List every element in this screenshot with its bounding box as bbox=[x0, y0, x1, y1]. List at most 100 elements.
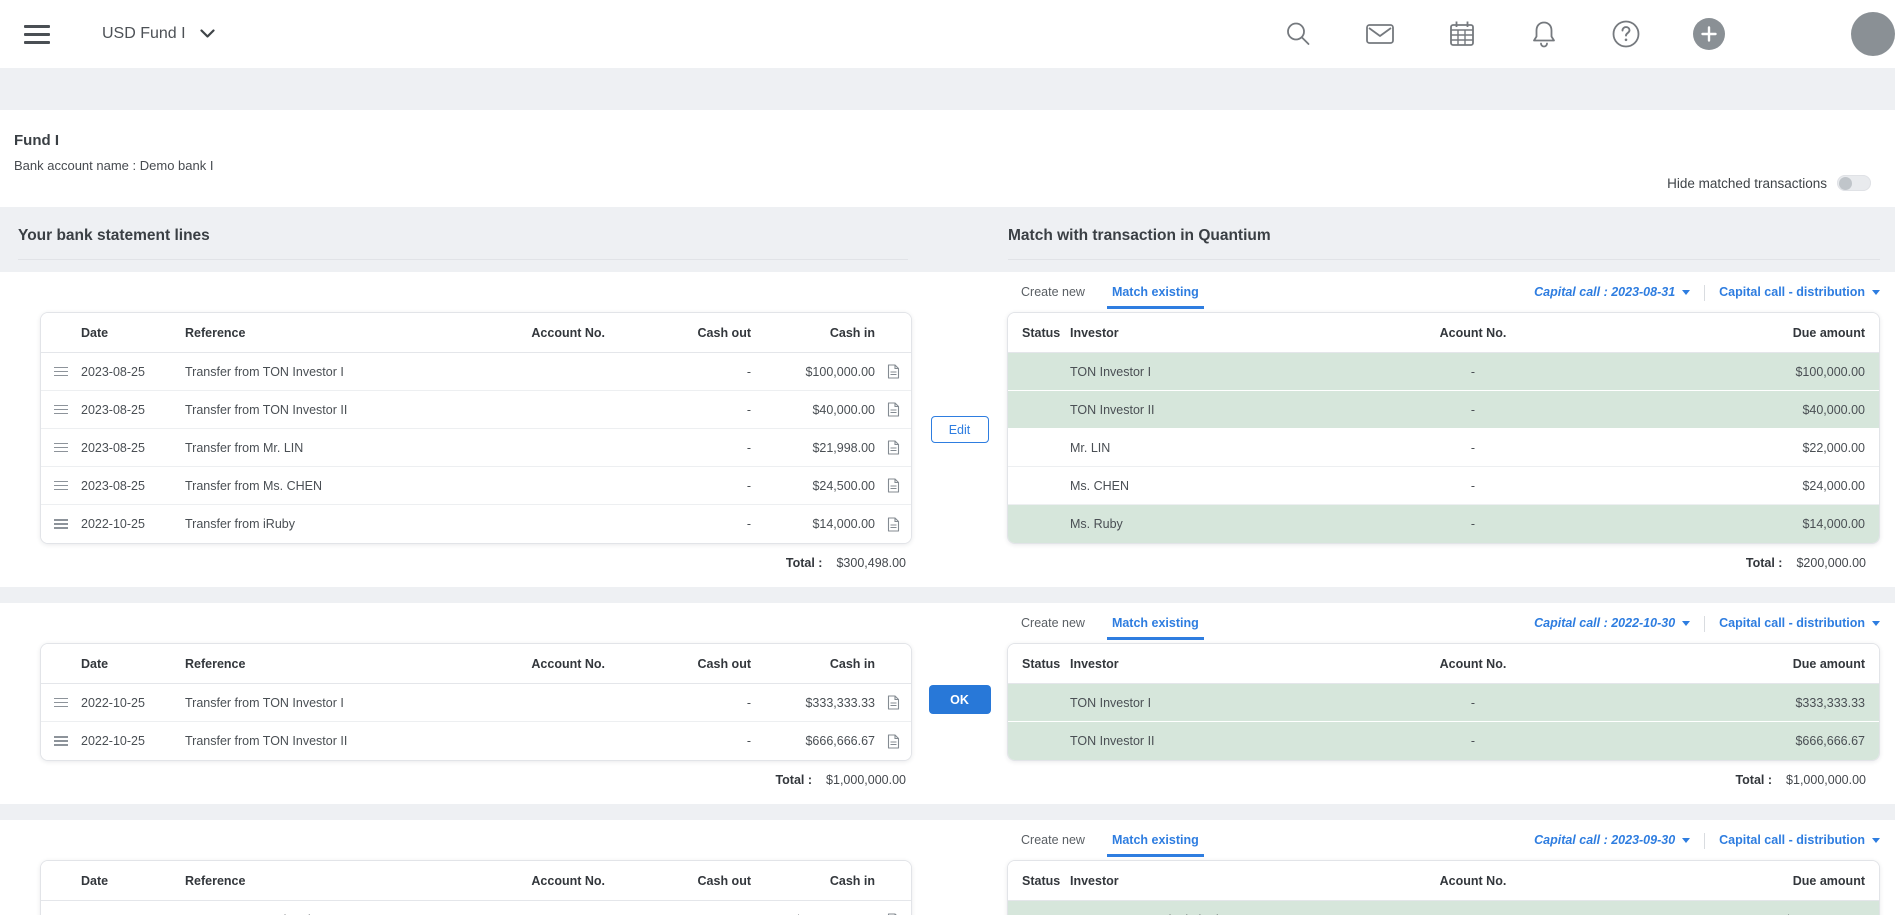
match-transaction-row[interactable]: TON Investor II-$666,666.67 bbox=[1008, 722, 1879, 760]
edit-button[interactable]: Edit bbox=[931, 416, 989, 443]
cell-date: 2022-10-25 bbox=[81, 734, 185, 748]
match-transaction-row[interactable]: TON Investor I-$333,333.33 bbox=[1008, 684, 1879, 722]
tab-create-new[interactable]: Create new bbox=[1021, 832, 1085, 847]
fund-selector-label: USD Fund I bbox=[102, 25, 186, 43]
document-attachment[interactable] bbox=[875, 734, 911, 749]
page-title: Fund I bbox=[14, 132, 213, 149]
bank-total-row: Total :$300,498.00 bbox=[40, 556, 912, 573]
tab-match-existing[interactable]: Match existing bbox=[1107, 832, 1204, 857]
bank-statement-row: 2022-10-25Transfer from iRuby-$14,000.00 bbox=[41, 505, 911, 543]
drag-handle-icon[interactable] bbox=[54, 405, 68, 415]
cell-acount-no: - bbox=[1263, 734, 1683, 748]
column-header-investor: Investor bbox=[1056, 326, 1263, 340]
fund-selector[interactable]: USD Fund I bbox=[102, 25, 215, 43]
drag-handle-icon[interactable] bbox=[54, 698, 68, 708]
tab-match-existing[interactable]: Match existing bbox=[1107, 284, 1204, 309]
match-transaction-row[interactable]: Mr. LIN-$22,000.00 bbox=[1008, 429, 1879, 467]
column-header-due-amount: Due amount bbox=[1683, 326, 1879, 340]
add-icon[interactable] bbox=[1693, 18, 1725, 50]
notifications-icon[interactable] bbox=[1529, 19, 1559, 49]
topbar-icons bbox=[1283, 12, 1895, 56]
cell-investor: Ms. Ruby bbox=[1056, 517, 1263, 531]
bank-statement-table: DateReferenceAccount No.Cash outCash in 2… bbox=[40, 643, 912, 761]
cell-date: 2023-08-25 bbox=[81, 403, 185, 417]
cell-acount-no: - bbox=[1263, 441, 1683, 455]
cell-investor: Mr. LIN bbox=[1056, 441, 1263, 455]
column-header-status: Status bbox=[1008, 326, 1056, 340]
document-icon bbox=[887, 695, 900, 710]
document-attachment[interactable] bbox=[875, 695, 911, 710]
help-icon[interactable] bbox=[1611, 19, 1641, 49]
tab-match-existing[interactable]: Match existing bbox=[1107, 615, 1204, 640]
tab-create-new[interactable]: Create new bbox=[1021, 284, 1085, 299]
chevron-down-icon bbox=[1872, 290, 1880, 295]
reconciliation-section: DateReferenceAccount No.Cash outCash in 2… bbox=[0, 603, 1895, 804]
avatar[interactable] bbox=[1851, 12, 1895, 56]
distribution-dropdown[interactable]: Capital call - distribution bbox=[1719, 284, 1880, 299]
toggle-knob bbox=[1839, 177, 1852, 190]
column-header-acount-no: Acount No. bbox=[1263, 657, 1683, 671]
drag-handle-icon[interactable] bbox=[54, 481, 68, 491]
bank-statement-row: 2023-02-11Investment Portrait Ltd - TRAN… bbox=[41, 901, 911, 915]
bank-statement-column: DateReferenceAccount No.Cash outCash in2… bbox=[40, 830, 912, 915]
match-transaction-row[interactable]: Ms. CHEN-$24,000.00 bbox=[1008, 467, 1879, 505]
total-label: Total : bbox=[1735, 773, 1772, 790]
cell-investor: TON Investor I bbox=[1056, 365, 1263, 379]
capital-call-dropdown[interactable]: Capital call : 2022-10-30 bbox=[1534, 615, 1690, 630]
document-attachment[interactable] bbox=[875, 364, 911, 379]
capital-call-dropdown[interactable]: Capital call : 2023-08-31 bbox=[1534, 284, 1690, 299]
ok-button[interactable]: OK bbox=[929, 685, 991, 714]
reconciliation-sections: DateReferenceAccount No.Cash outCash in 2… bbox=[0, 272, 1895, 915]
drag-handle-icon[interactable] bbox=[54, 367, 68, 377]
match-transaction-row[interactable]: TON Investor II-$40,000.00 bbox=[1008, 391, 1879, 429]
match-transaction-heading: Match with transaction in Quantium bbox=[1008, 227, 1880, 260]
column-header-cash-in: Cash in bbox=[751, 874, 875, 888]
match-transaction-row[interactable]: Ms. Ruby-$14,000.00 bbox=[1008, 505, 1879, 543]
document-attachment[interactable] bbox=[875, 402, 911, 417]
hide-matched-toggle[interactable] bbox=[1837, 175, 1871, 191]
cell-reference: Transfer from Ms. CHEN bbox=[185, 479, 455, 493]
cell-acount-no: - bbox=[1263, 403, 1683, 417]
distribution-dropdown[interactable]: Capital call - distribution bbox=[1719, 615, 1880, 630]
dropdown-divider bbox=[1704, 833, 1705, 849]
document-attachment[interactable] bbox=[875, 440, 911, 455]
action-gutter: Edit bbox=[912, 282, 1007, 573]
bank-statement-row: 2022-10-25Transfer from TON Investor II-… bbox=[41, 722, 911, 760]
column-header-reference: Reference bbox=[185, 326, 455, 340]
capital-call-dropdown[interactable]: Capital call : 2023-09-30 bbox=[1534, 832, 1690, 847]
document-icon bbox=[887, 734, 900, 749]
bank-account-subtitle: Bank account name : Demo bank I bbox=[14, 158, 213, 173]
cell-acount-no: - bbox=[1263, 696, 1683, 710]
search-icon[interactable] bbox=[1283, 19, 1313, 49]
drag-handle-icon[interactable] bbox=[54, 736, 68, 746]
match-transaction-row[interactable]: Investment Portrait Limited$1,500,000.00 bbox=[1008, 901, 1879, 915]
document-attachment[interactable] bbox=[875, 478, 911, 493]
menu-icon[interactable] bbox=[24, 25, 50, 44]
match-transaction-row[interactable]: TON Investor I-$100,000.00 bbox=[1008, 353, 1879, 391]
mail-icon[interactable] bbox=[1365, 19, 1395, 49]
tab-create-new[interactable]: Create new bbox=[1021, 615, 1085, 630]
cell-cash-out: - bbox=[605, 365, 751, 379]
column-header-reference: Reference bbox=[185, 657, 455, 671]
calendar-icon[interactable] bbox=[1447, 19, 1477, 49]
cell-investor: TON Investor II bbox=[1056, 734, 1263, 748]
dropdown-divider bbox=[1704, 285, 1705, 301]
column-header-date: Date bbox=[81, 657, 185, 671]
bank-statement-table: DateReferenceAccount No.Cash outCash in2… bbox=[40, 312, 912, 544]
drag-handle-icon[interactable] bbox=[54, 519, 68, 529]
drag-handle-icon[interactable] bbox=[54, 443, 68, 453]
column-header-cash-in: Cash in bbox=[751, 326, 875, 340]
chevron-down-icon bbox=[200, 29, 215, 39]
drag-handle-cell bbox=[41, 405, 81, 415]
bank-table-header-row: DateReferenceAccount No.Cash outCash in bbox=[41, 644, 911, 684]
match-toolbar: Create new Match existing Capital call : 2… bbox=[1007, 613, 1880, 643]
cell-reference: Transfer from TON Investor I bbox=[185, 696, 455, 710]
cell-due-amount: $24,000.00 bbox=[1683, 479, 1879, 493]
document-attachment[interactable] bbox=[875, 517, 911, 532]
match-transaction-column: Create new Match existing Capital call : 2… bbox=[1007, 282, 1880, 573]
document-icon bbox=[887, 364, 900, 379]
match-table-header-row: StatusInvestorAcount No.Due amount bbox=[1008, 313, 1879, 353]
distribution-dropdown[interactable]: Capital call - distribution bbox=[1719, 832, 1880, 847]
cell-date: 2023-08-25 bbox=[81, 365, 185, 379]
column-header-investor: Investor bbox=[1056, 657, 1263, 671]
